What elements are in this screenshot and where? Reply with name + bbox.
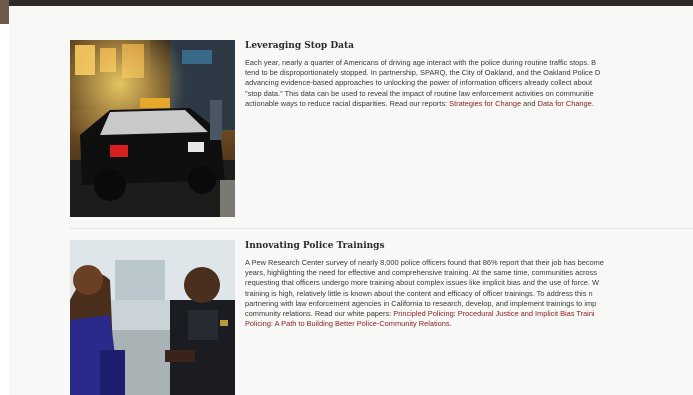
left-image-edge — [0, 0, 9, 24]
officer-conversation-photo — [70, 240, 235, 395]
data-for-change-link[interactable]: Data for Change — [538, 99, 592, 108]
body-line: tend to be disproportionately stopped. I… — [245, 68, 601, 78]
body-line: requesting that officers undergo more tr… — [245, 278, 599, 288]
period-text: . — [449, 319, 452, 329]
body-line-with-links: community relations. Read our white pape… — [245, 309, 693, 319]
body-line: "stop data." This data can be used to re… — [245, 88, 594, 98]
article-body: A Pew Research Center survey of nearly 8… — [245, 258, 693, 329]
body-line: A Pew Research Center survey of nearly 8… — [245, 258, 604, 267]
article-text: Leveraging Stop Data Each year, nearly a… — [245, 40, 693, 109]
body-line: years, highlighting the need for effecti… — [245, 268, 597, 278]
white-papers-prefix: community relations. Read our white pape… — [245, 308, 394, 318]
and-text: and — [521, 98, 538, 108]
article-title: Innovating Police Trainings — [245, 241, 385, 251]
strategies-for-change-link[interactable]: Strategies for Change — [449, 99, 521, 108]
body-line-with-links: Policing: A Path to Building Better Poli… — [245, 319, 693, 329]
path-to-better-relations-link[interactable]: Policing: A Path to Building Better Poli… — [245, 319, 450, 328]
period-text: . — [591, 98, 594, 108]
police-car-photo — [70, 40, 235, 217]
article-body: Each year, nearly a quarter of Americans… — [245, 58, 693, 109]
article-divider — [70, 228, 693, 229]
principled-policing-link[interactable]: Principled Policing: Procedural Justice … — [393, 309, 594, 318]
reports-prefix: actionable ways to reduce racial dispari… — [245, 98, 450, 108]
body-line: training is high, relatively little is k… — [245, 288, 593, 298]
body-line: partnering with law enforcement agencies… — [245, 298, 597, 308]
article-text: Innovating Police Trainings A Pew Resear… — [245, 240, 693, 329]
body-line: advancing evidence-based approaches to u… — [245, 78, 593, 88]
body-line: Each year, nearly a quarter of Americans… — [245, 58, 597, 67]
article-title: Leveraging Stop Data — [245, 41, 354, 51]
body-line-with-links: actionable ways to reduce racial dispari… — [245, 99, 693, 109]
